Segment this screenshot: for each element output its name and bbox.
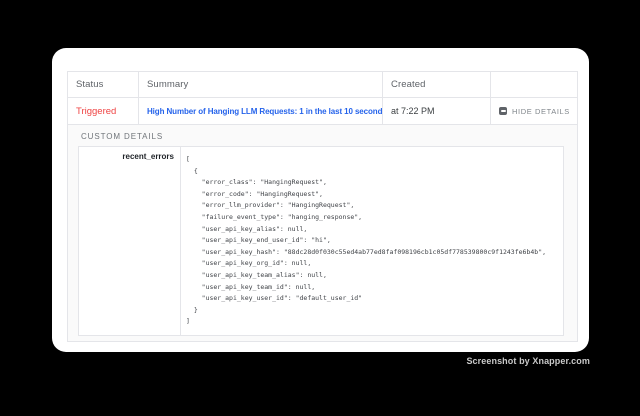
hide-details-button[interactable]: HIDE DETAILS bbox=[491, 107, 570, 116]
alert-card: Status Summary Created Triggered High Nu… bbox=[52, 48, 589, 352]
screenshot-background: Status Summary Created Triggered High Nu… bbox=[0, 0, 640, 416]
alerts-table: Status Summary Created Triggered High Nu… bbox=[67, 71, 578, 342]
xnapper-watermark: Screenshot by Xnapper.com bbox=[466, 356, 590, 366]
column-header-summary: Summary bbox=[138, 72, 382, 97]
created-cell: at 7:22 PM bbox=[382, 98, 490, 124]
column-header-actions bbox=[490, 72, 577, 97]
status-badge: Triggered bbox=[76, 106, 116, 117]
status-cell: Triggered bbox=[68, 98, 138, 124]
column-header-status: Status bbox=[68, 72, 138, 97]
table-row: Triggered High Number of Hanging LLM Req… bbox=[68, 98, 577, 125]
hide-details-label: HIDE DETAILS bbox=[512, 107, 570, 116]
created-timestamp: at 7:22 PM bbox=[391, 106, 435, 116]
details-key-label: recent_errors bbox=[79, 147, 181, 335]
details-value-panel: [ { "error_class": "HangingRequest", "er… bbox=[181, 147, 563, 335]
custom-details-box: recent_errors [ { "error_class": "Hangin… bbox=[78, 146, 564, 336]
custom-details-heading: CUSTOM DETAILS bbox=[81, 132, 564, 141]
json-content: [ { "error_class": "HangingRequest", "er… bbox=[181, 147, 563, 328]
custom-details-section: CUSTOM DETAILS recent_errors [ { "error_… bbox=[68, 125, 577, 341]
actions-cell: HIDE DETAILS bbox=[490, 98, 577, 124]
minus-square-icon bbox=[499, 107, 507, 115]
summary-link[interactable]: High Number of Hanging LLM Requests: 1 i… bbox=[147, 107, 382, 116]
column-header-created: Created bbox=[382, 72, 490, 97]
summary-cell: High Number of Hanging LLM Requests: 1 i… bbox=[138, 98, 382, 124]
table-header-row: Status Summary Created bbox=[68, 72, 577, 98]
